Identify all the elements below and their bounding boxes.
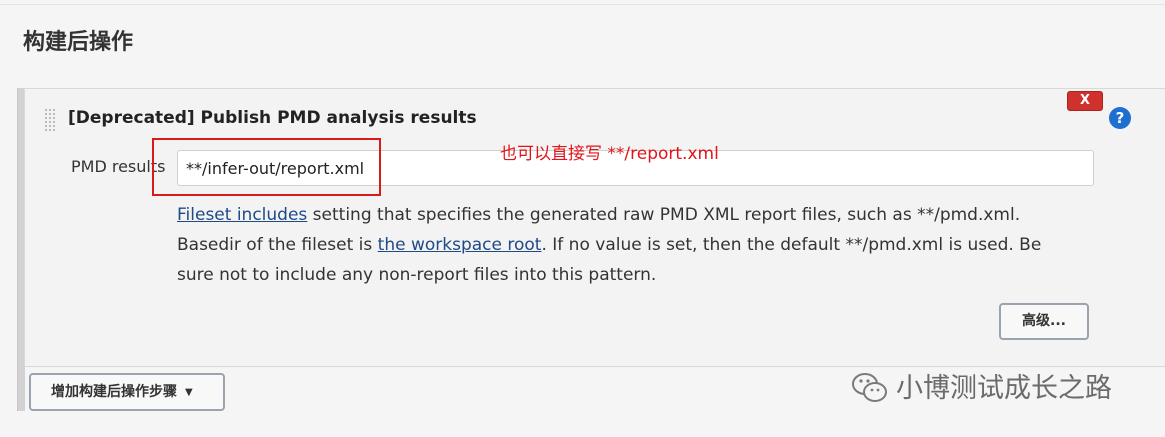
wechat-icon (850, 371, 890, 412)
pmd-results-label: PMD results (71, 157, 166, 176)
watermark: 小博测试成长之路 (850, 366, 1112, 406)
watermark-text: 小博测试成长之路 (896, 373, 1112, 404)
add-post-build-step-button[interactable]: 增加构建后操作步骤 ▼ (29, 373, 225, 411)
delete-step-button[interactable]: X (1067, 91, 1103, 111)
step-title: [Deprecated] Publish PMD analysis result… (68, 108, 477, 128)
section-title: 构建后操作 (23, 30, 134, 55)
help-description: Fileset includes setting that specifies … (177, 200, 1077, 290)
drag-handle-icon[interactable] (44, 108, 56, 132)
add-step-label: 增加构建后操作步骤 (51, 384, 177, 400)
workspace-root-link[interactable]: the workspace root (378, 235, 542, 255)
help-icon[interactable]: ? (1109, 107, 1131, 129)
advanced-button[interactable]: 高级... (999, 303, 1089, 340)
top-divider (0, 4, 1165, 5)
fileset-includes-link[interactable]: Fileset includes (177, 205, 307, 225)
annotation-note: 也可以直接写 **/report.xml (500, 144, 719, 164)
caret-down-icon: ▼ (185, 387, 193, 398)
